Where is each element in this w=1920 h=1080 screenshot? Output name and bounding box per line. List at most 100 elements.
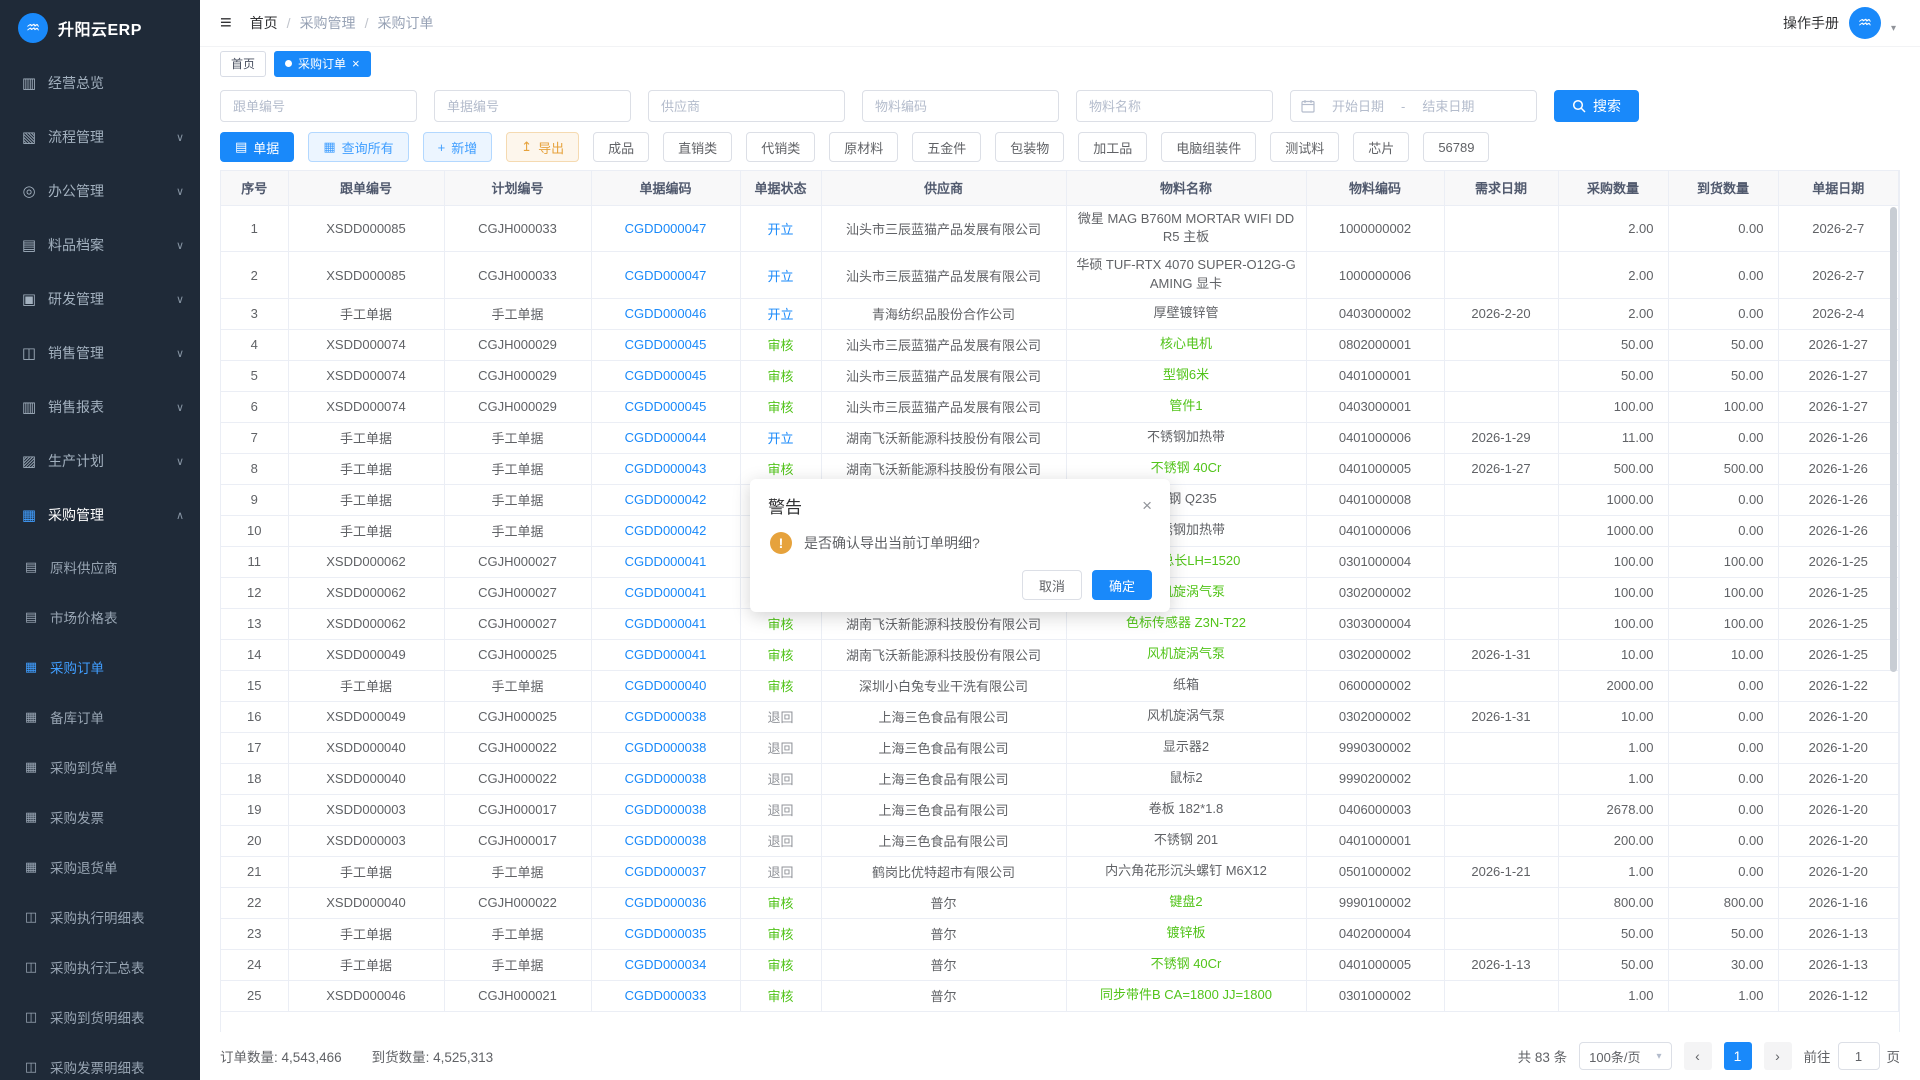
search-button[interactable]: 搜索 xyxy=(1554,90,1639,122)
material-code-input[interactable] xyxy=(862,90,1059,122)
sidebar-item[interactable]: ▣研发管理∨ xyxy=(0,272,200,326)
end-date-input[interactable] xyxy=(1410,99,1486,114)
query-all-button[interactable]: ▦ 查询所有 xyxy=(308,132,408,162)
add-button[interactable]: + 新增 xyxy=(423,132,493,162)
date-range-picker[interactable]: - xyxy=(1290,90,1537,122)
close-icon[interactable]: × xyxy=(1142,497,1152,514)
sidebar-item[interactable]: ◫销售管理∨ xyxy=(0,326,200,380)
table-row[interactable]: 5XSDD000074CGJH000029CGDD000045审核汕头市三辰蓝猫… xyxy=(221,360,1899,391)
avatar[interactable]: ♒ xyxy=(1849,7,1881,39)
category-button[interactable]: 包装物 xyxy=(995,132,1064,162)
page-1-button[interactable]: 1 xyxy=(1724,1042,1752,1070)
cell-code[interactable]: CGDD000038 xyxy=(591,794,740,825)
table-scrollbar[interactable] xyxy=(1890,207,1897,672)
category-button[interactable]: 电脑组装件 xyxy=(1161,132,1256,162)
sidebar-subitem[interactable]: ▦采购退货单 xyxy=(0,842,200,892)
sidebar-subitem[interactable]: ◫采购到货明细表 xyxy=(0,992,200,1042)
cell-code[interactable]: CGDD000038 xyxy=(591,763,740,794)
cancel-button[interactable]: 取消 xyxy=(1022,570,1082,600)
cell-code[interactable]: CGDD000041 xyxy=(591,546,740,577)
table-row[interactable]: 18XSDD000040CGJH000022CGDD000038退回上海三色食品… xyxy=(221,763,1899,794)
cell-code[interactable]: CGDD000034 xyxy=(591,949,740,980)
table-row[interactable]: 4XSDD000074CGJH000029CGDD000045审核汕头市三辰蓝猫… xyxy=(221,329,1899,360)
start-date-input[interactable] xyxy=(1320,99,1396,114)
sidebar-subitem[interactable]: ▦采购发票 xyxy=(0,792,200,842)
sidebar-item[interactable]: ▥销售报表∨ xyxy=(0,380,200,434)
table-row[interactable]: 25XSDD000046CGJH000021CGDD000033审核普尔同步带件… xyxy=(221,980,1899,1011)
sidebar-item[interactable]: ◎办公管理∨ xyxy=(0,164,200,218)
sidebar-subitem[interactable]: ▦采购订单 xyxy=(0,642,200,692)
table-row[interactable]: 23手工单据手工单据CGDD000035审核普尔镀锌板040200000450.… xyxy=(221,918,1899,949)
sidebar-item[interactable]: ▥经营总览 xyxy=(0,56,200,110)
table-row[interactable]: 6XSDD000074CGJH000029CGDD000045审核汕头市三辰蓝猫… xyxy=(221,391,1899,422)
breadcrumb-item[interactable]: 采购管理 xyxy=(300,13,356,33)
breadcrumb-home[interactable]: 首页 xyxy=(250,13,278,33)
cell-code[interactable]: CGDD000041 xyxy=(591,608,740,639)
cell-code[interactable]: CGDD000047 xyxy=(591,252,740,299)
breadcrumb-item[interactable]: 采购订单 xyxy=(377,13,433,33)
category-button[interactable]: 五金件 xyxy=(912,132,981,162)
table-row[interactable]: 15手工单据手工单据CGDD000040审核深圳小白兔专业干洗有限公司纸箱060… xyxy=(221,670,1899,701)
cell-code[interactable]: CGDD000045 xyxy=(591,329,740,360)
cell-code[interactable]: CGDD000033 xyxy=(591,980,740,1011)
confirm-button[interactable]: 确定 xyxy=(1092,570,1152,600)
table-row[interactable]: 1XSDD000085CGJH000033CGDD000047开立汕头市三辰蓝猫… xyxy=(221,205,1899,252)
category-button[interactable]: 原材料 xyxy=(829,132,898,162)
document-button[interactable]: ▤ 单据 xyxy=(220,132,294,162)
sidebar-item[interactable]: ▤料品档案∨ xyxy=(0,218,200,272)
cell-code[interactable]: CGDD000042 xyxy=(591,515,740,546)
category-button[interactable]: 芯片 xyxy=(1353,132,1409,162)
table-row[interactable]: 20XSDD000003CGJH000017CGDD000038退回上海三色食品… xyxy=(221,825,1899,856)
cell-code[interactable]: CGDD000041 xyxy=(591,577,740,608)
close-tab-icon[interactable]: × xyxy=(352,57,360,70)
category-button[interactable]: 测试料 xyxy=(1270,132,1339,162)
prev-page-button[interactable]: ‹ xyxy=(1684,1042,1712,1070)
table-row[interactable]: 19XSDD000003CGJH000017CGDD000038退回上海三色食品… xyxy=(221,794,1899,825)
sidebar-subitem[interactable]: ◫采购执行明细表 xyxy=(0,892,200,942)
table-row[interactable]: 24手工单据手工单据CGDD000034审核普尔不锈钢 40Cr04010000… xyxy=(221,949,1899,980)
cell-code[interactable]: CGDD000037 xyxy=(591,856,740,887)
category-button[interactable]: 代销类 xyxy=(746,132,815,162)
supplier-input[interactable] xyxy=(648,90,845,122)
sidebar-item[interactable]: ▦采购管理∧ xyxy=(0,488,200,542)
export-button[interactable]: ↥ 导出 xyxy=(506,132,579,162)
goto-page-input[interactable] xyxy=(1838,1042,1880,1070)
table-row[interactable]: 3手工单据手工单据CGDD000046开立青海纺织品股份合作公司厚壁镀锌管040… xyxy=(221,298,1899,329)
sidebar-subitem[interactable]: ◫采购执行汇总表 xyxy=(0,942,200,992)
cell-code[interactable]: CGDD000043 xyxy=(591,453,740,484)
table-row[interactable]: 17XSDD000040CGJH000022CGDD000038退回上海三色食品… xyxy=(221,732,1899,763)
cell-code[interactable]: CGDD000045 xyxy=(591,360,740,391)
tab-purchase-orders[interactable]: 采购订单 × xyxy=(274,51,371,77)
sidebar-subitem[interactable]: ▦备库订单 xyxy=(0,692,200,742)
table-row[interactable]: 7手工单据手工单据CGDD000044开立湖南飞沃新能源科技股份有限公司不锈钢加… xyxy=(221,422,1899,453)
manual-link[interactable]: 操作手册 xyxy=(1783,13,1839,33)
table-row[interactable]: 2XSDD000085CGJH000033CGDD000047开立汕头市三辰蓝猫… xyxy=(221,252,1899,299)
cell-code[interactable]: CGDD000041 xyxy=(591,639,740,670)
next-page-button[interactable]: › xyxy=(1764,1042,1792,1070)
sidebar-subitem[interactable]: ▦采购到货单 xyxy=(0,742,200,792)
tab-home[interactable]: 首页 xyxy=(220,51,266,77)
cell-code[interactable]: CGDD000044 xyxy=(591,422,740,453)
cell-code[interactable]: CGDD000038 xyxy=(591,701,740,732)
menu-collapse-icon[interactable]: ≡ xyxy=(220,12,232,35)
cell-code[interactable]: CGDD000038 xyxy=(591,732,740,763)
category-button[interactable]: 加工品 xyxy=(1078,132,1147,162)
category-button[interactable]: 成品 xyxy=(593,132,649,162)
cell-code[interactable]: CGDD000047 xyxy=(591,205,740,252)
sidebar-subitem[interactable]: ◫采购发票明细表 xyxy=(0,1042,200,1080)
sidebar-subitem[interactable]: ▤市场价格表 xyxy=(0,592,200,642)
table-row[interactable]: 21手工单据手工单据CGDD000037退回鹤岗比优特超市有限公司内六角花形沉头… xyxy=(221,856,1899,887)
track-no-input[interactable] xyxy=(220,90,417,122)
table-row[interactable]: 13XSDD000062CGJH000027CGDD000041审核湖南飞沃新能… xyxy=(221,608,1899,639)
cell-code[interactable]: CGDD000045 xyxy=(591,391,740,422)
cell-code[interactable]: CGDD000038 xyxy=(591,825,740,856)
cell-code[interactable]: CGDD000046 xyxy=(591,298,740,329)
chevron-down-icon[interactable]: ▾ xyxy=(1891,23,1896,34)
cell-code[interactable]: CGDD000036 xyxy=(591,887,740,918)
category-button[interactable]: 直销类 xyxy=(663,132,732,162)
table-row[interactable]: 14XSDD000049CGJH000025CGDD000041审核湖南飞沃新能… xyxy=(221,639,1899,670)
category-button[interactable]: 56789 xyxy=(1423,132,1489,162)
sidebar-subitem[interactable]: ▤原料供应商 xyxy=(0,542,200,592)
doc-no-input[interactable] xyxy=(434,90,631,122)
table-row[interactable]: 16XSDD000049CGJH000025CGDD000038退回上海三色食品… xyxy=(221,701,1899,732)
